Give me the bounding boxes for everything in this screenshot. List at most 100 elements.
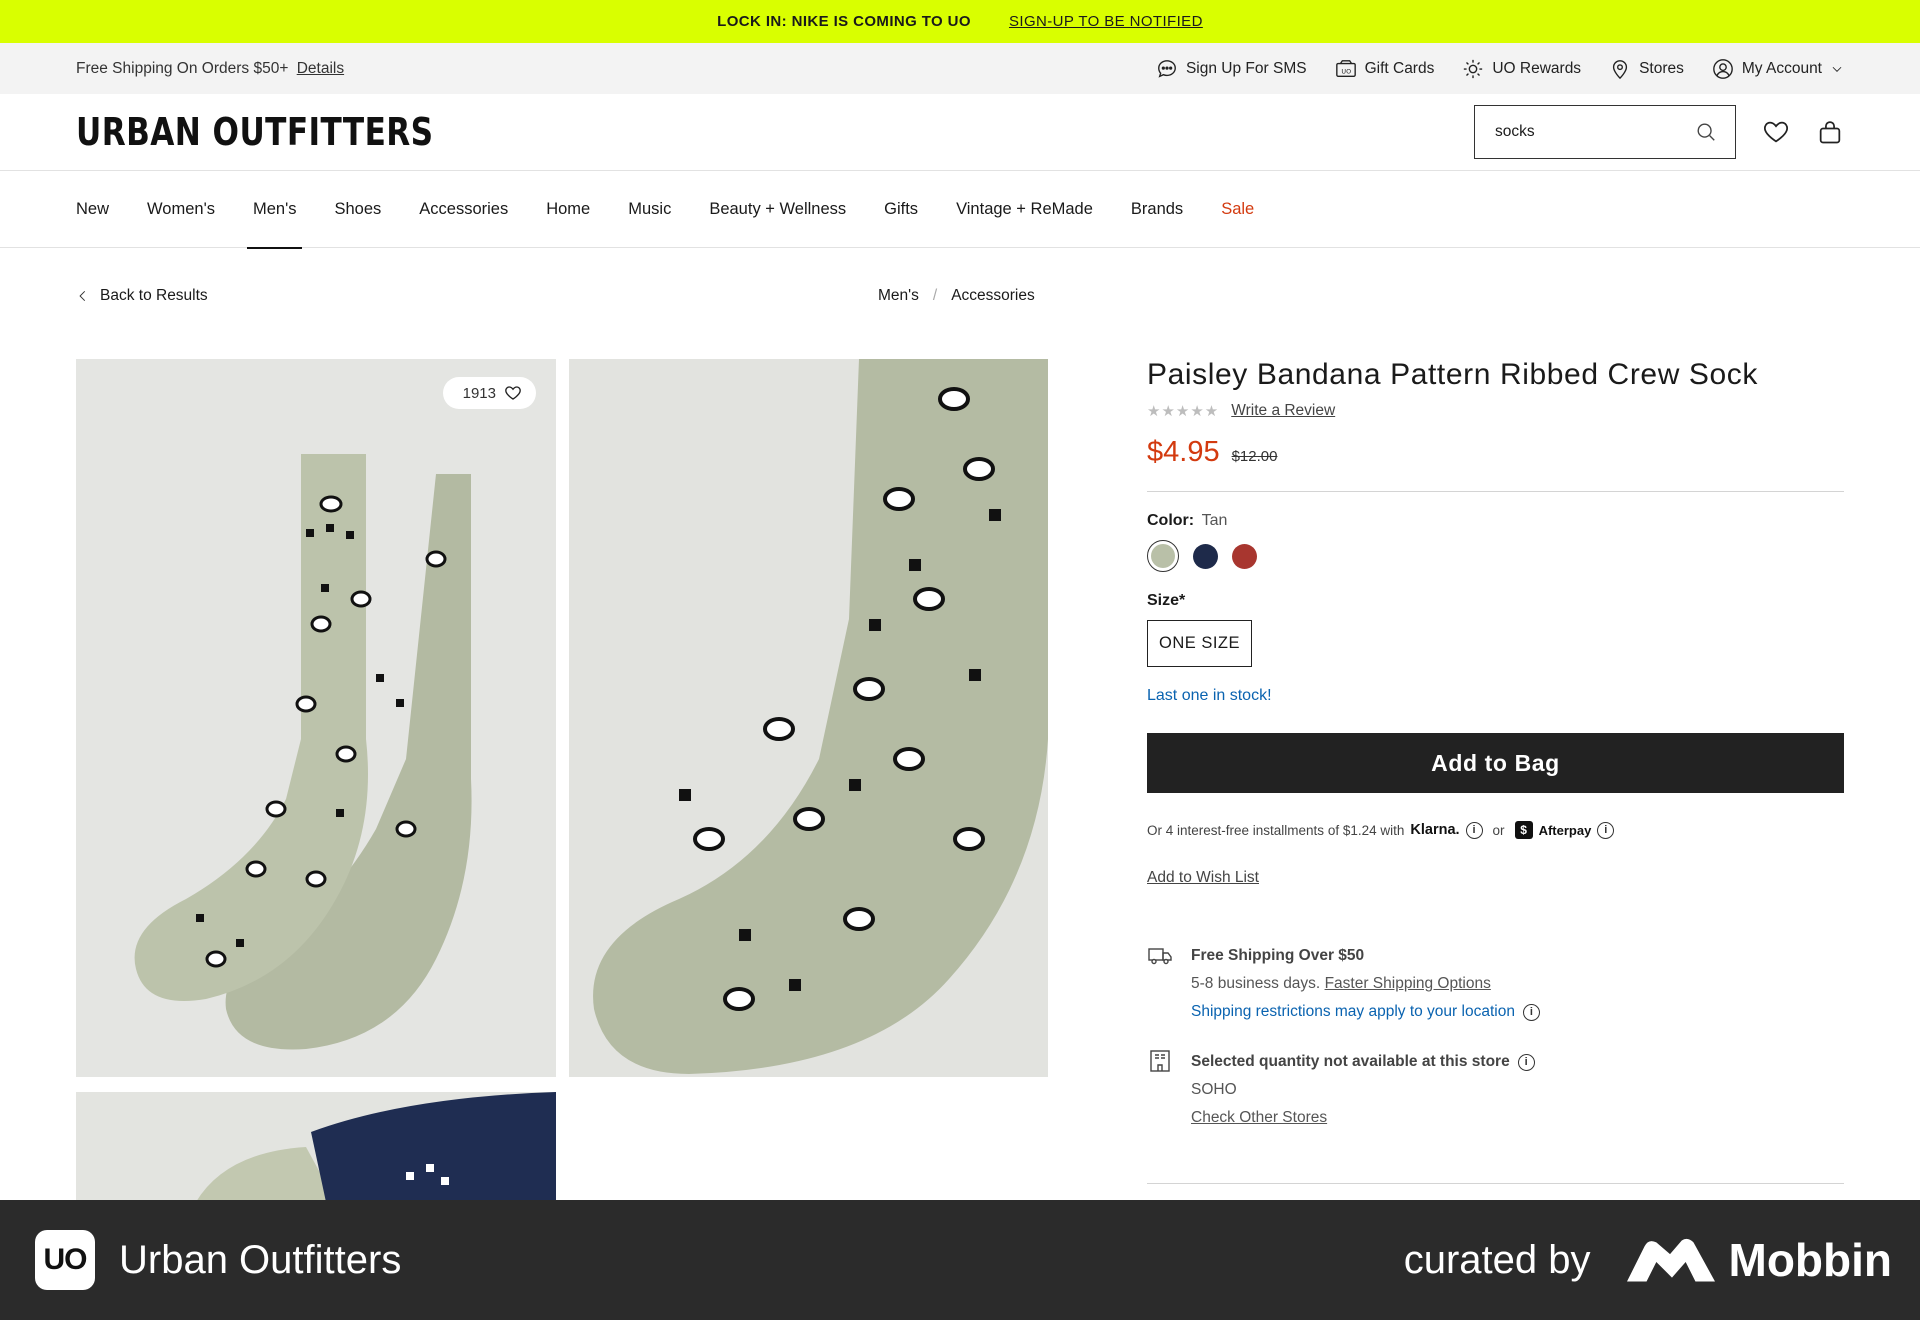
- breadcrumb-accessories[interactable]: Accessories: [951, 287, 1035, 305]
- sms-signup-link[interactable]: Sign Up For SMS: [1156, 58, 1307, 80]
- swatch-navy[interactable]: [1193, 543, 1218, 569]
- faster-shipping-link[interactable]: Faster Shipping Options: [1325, 975, 1491, 992]
- nav-mens[interactable]: Men's: [234, 171, 316, 249]
- back-label: Back to Results: [100, 287, 208, 304]
- add-to-bag-button[interactable]: Add to Bag: [1147, 733, 1844, 793]
- breadcrumb-separator: /: [932, 287, 938, 304]
- shopping-bag-icon[interactable]: [1816, 118, 1844, 146]
- shipping-title: Free Shipping Over $50: [1191, 947, 1365, 964]
- nav-music[interactable]: Music: [609, 171, 690, 248]
- divider: [1147, 491, 1844, 492]
- sock-closeup-photo: [569, 359, 1048, 1077]
- gift-cards-link[interactable]: UO Gift Cards: [1335, 58, 1435, 80]
- nav-accessories[interactable]: Accessories: [400, 171, 527, 248]
- shipping-details-link[interactable]: Details: [297, 60, 344, 77]
- chat-bubble-icon: [1158, 59, 1176, 78]
- app-attribution-bar: UO Urban Outfitters curated by Mobbin: [0, 1200, 1920, 1320]
- nav-womens[interactable]: Women's: [128, 171, 234, 248]
- store-status-title: Selected quantity not available at this …: [1191, 1053, 1510, 1070]
- favorite-count: 1913: [462, 384, 496, 402]
- nav-shoes[interactable]: Shoes: [315, 171, 400, 248]
- utility-bar: Free Shipping On Orders $50+ Details Sig…: [0, 43, 1920, 94]
- promo-headline: LOCK IN: NIKE IS COMING TO UO: [717, 13, 971, 30]
- store-building-icon: [1150, 1050, 1170, 1072]
- shipping-restrictions-link[interactable]: Shipping restrictions may apply to your …: [1191, 998, 1540, 1026]
- nav-beauty-wellness[interactable]: Beauty + Wellness: [690, 171, 865, 248]
- search-box[interactable]: socks: [1474, 105, 1736, 159]
- app-name: Urban Outfitters: [119, 1237, 402, 1282]
- afterpay-icon: $: [1514, 821, 1533, 839]
- swatch-tan[interactable]: [1147, 540, 1179, 572]
- rating-row: ★★★★★ Write a Review: [1147, 402, 1844, 420]
- product-image-1[interactable]: 1913: [76, 359, 556, 1077]
- check-other-stores-link[interactable]: Check Other Stores: [1191, 1109, 1327, 1126]
- swatch-tan-fill: [1151, 544, 1175, 568]
- gift-cards-label: Gift Cards: [1364, 59, 1435, 77]
- uo-rewards-link[interactable]: UO Rewards: [1462, 58, 1581, 80]
- klarna-info-icon[interactable]: i: [1465, 821, 1483, 839]
- chevron-left-icon: [79, 291, 86, 301]
- nav-sale[interactable]: Sale: [1202, 171, 1273, 248]
- stock-status: Last one in stock!: [1147, 687, 1272, 704]
- mobbin-logo: Mobbin: [1626, 1233, 1893, 1287]
- mobbin-wordmark: Mobbin: [1728, 1234, 1893, 1286]
- shipping-info: Free Shipping Over $50 5-8 business days…: [1147, 942, 1844, 1026]
- shipping-notice-text: Free Shipping On Orders $50+: [76, 59, 289, 77]
- color-label: Color:: [1147, 512, 1195, 529]
- rewards-sun-icon: [1464, 59, 1483, 78]
- nav-home[interactable]: Home: [527, 171, 609, 248]
- installments-row: Or 4 interest-free installments of $1.24…: [1147, 821, 1844, 839]
- site-logo[interactable]: URBAN OUTFITTERS: [76, 110, 434, 154]
- my-account-menu[interactable]: My Account: [1712, 58, 1844, 80]
- breadcrumb: Men's / Accessories: [878, 287, 1035, 305]
- star-rating: ★★★★★: [1147, 403, 1220, 420]
- size-label: Size*: [1147, 592, 1186, 609]
- installments-text: Or 4 interest-free installments of $1.24…: [1147, 822, 1405, 838]
- site-header: URBAN OUTFITTERS socks: [0, 94, 1920, 171]
- stores-link[interactable]: Stores: [1609, 58, 1684, 80]
- swatch-red[interactable]: [1232, 543, 1257, 569]
- divider-bottom: [1147, 1183, 1844, 1184]
- add-to-wishlist-link[interactable]: Add to Wish List: [1147, 869, 1844, 887]
- nav-gifts[interactable]: Gifts: [865, 171, 937, 248]
- store-availability: Selected quantity not available at this …: [1147, 1048, 1844, 1132]
- nav-new[interactable]: New: [76, 171, 128, 248]
- wishlist-heart-icon[interactable]: [1762, 118, 1790, 146]
- color-value: Tan: [1201, 512, 1228, 529]
- stores-label: Stores: [1639, 59, 1684, 77]
- promo-signup-link[interactable]: SIGN-UP TO BE NOTIFIED: [1009, 13, 1203, 30]
- klarna-logo: Klarna.: [1410, 822, 1460, 838]
- my-account-label: My Account: [1741, 59, 1822, 77]
- curated-by-text: curated by: [1403, 1237, 1591, 1282]
- or-text: or: [1492, 822, 1505, 838]
- breadcrumb-mens[interactable]: Men's: [878, 287, 919, 305]
- afterpay-info-icon[interactable]: i: [1597, 821, 1615, 839]
- store-info-icon[interactable]: i: [1517, 1053, 1535, 1071]
- product-image-2[interactable]: [569, 359, 1048, 1077]
- nav-brands[interactable]: Brands: [1112, 171, 1202, 248]
- map-pin-icon: [1612, 59, 1628, 79]
- heart-icon: [505, 386, 521, 400]
- product-title: Paisley Bandana Pattern Ribbed Crew Sock: [1147, 358, 1758, 391]
- color-selector-label: Color: Tan: [1147, 512, 1844, 530]
- product-image-3[interactable]: [76, 1092, 556, 1202]
- user-icon: [1713, 58, 1733, 79]
- sock-pair-photo: [76, 359, 556, 1077]
- restrictions-info-icon[interactable]: i: [1522, 1003, 1540, 1021]
- shipping-restrictions-text: Shipping restrictions may apply to your …: [1191, 1003, 1515, 1020]
- shipping-days: 5-8 business days.: [1191, 975, 1321, 992]
- main-nav: New Women's Men's Shoes Accessories Home…: [0, 171, 1920, 249]
- back-to-results-link[interactable]: Back to Results: [76, 287, 208, 305]
- afterpay-logo: Afterpay: [1538, 822, 1592, 838]
- size-one-size-button[interactable]: ONE SIZE: [1147, 620, 1252, 667]
- original-price: $12.00: [1231, 448, 1278, 465]
- uo-rewards-label: UO Rewards: [1492, 59, 1582, 77]
- store-name: SOHO: [1191, 1081, 1237, 1098]
- search-icon[interactable]: [1695, 121, 1717, 143]
- svg-text:UO: UO: [1341, 67, 1351, 75]
- write-review-link[interactable]: Write a Review: [1231, 402, 1335, 420]
- search-input[interactable]: socks: [1495, 123, 1535, 141]
- sock-color-variants-photo: [76, 1092, 556, 1202]
- nav-vintage-remade[interactable]: Vintage + ReMade: [937, 171, 1112, 248]
- favorite-count-badge[interactable]: 1913: [442, 377, 536, 409]
